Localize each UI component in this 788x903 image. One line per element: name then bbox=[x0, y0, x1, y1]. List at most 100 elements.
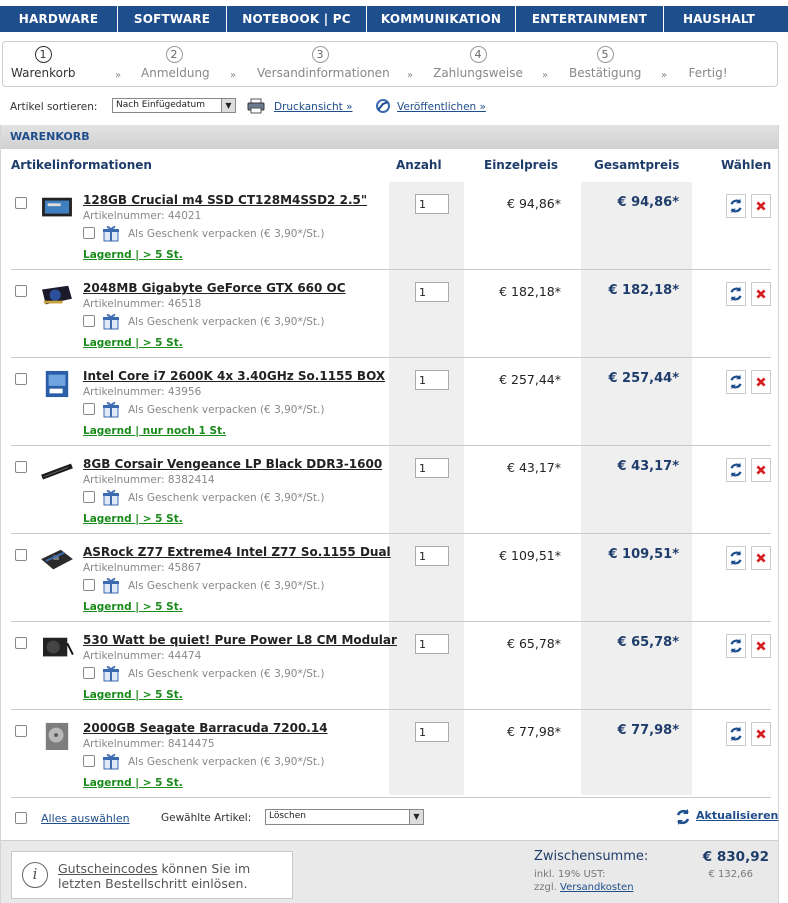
total-price: € 77,98* bbox=[617, 723, 680, 738]
product-name-link[interactable]: ASRock Z77 Extreme4 Intel Z77 So.1155 Du… bbox=[83, 545, 391, 559]
refresh-icon[interactable] bbox=[726, 722, 746, 746]
product-image[interactable] bbox=[39, 546, 75, 574]
step-label: Zahlungsweise bbox=[433, 66, 523, 80]
delete-icon[interactable] bbox=[751, 722, 771, 746]
product-image[interactable] bbox=[39, 370, 75, 398]
product-name-link[interactable]: 8GB Corsair Vengeance LP Black DDR3-1600 bbox=[83, 457, 382, 471]
refresh-icon[interactable] bbox=[726, 546, 746, 570]
product-name-link[interactable]: 2048MB Gigabyte GeForce GTX 660 OC bbox=[83, 281, 346, 295]
refresh-icon[interactable] bbox=[726, 194, 746, 218]
product-image[interactable] bbox=[39, 194, 75, 222]
nav-software[interactable]: SOFTWARE bbox=[118, 6, 227, 32]
refresh-icon[interactable] bbox=[726, 458, 746, 482]
coupon-link[interactable]: Gutscheincodes bbox=[58, 861, 158, 876]
refresh-icon[interactable] bbox=[726, 282, 746, 306]
refresh-icon[interactable] bbox=[726, 634, 746, 658]
col-header-unit-price: Einzelpreis bbox=[484, 158, 558, 172]
step-number: 3 bbox=[311, 46, 329, 63]
gift-wrap-checkbox[interactable] bbox=[83, 403, 95, 415]
item-select-checkbox[interactable] bbox=[15, 285, 27, 297]
product-name-link[interactable]: 2000GB Seagate Barracuda 7200.14 bbox=[83, 721, 328, 735]
quantity-input[interactable]: 1 bbox=[415, 370, 449, 390]
selected-action-value: Löschen bbox=[269, 811, 306, 821]
total-price: € 257,44* bbox=[608, 371, 679, 386]
nav-notebook-pc[interactable]: NOTEBOOK | PC bbox=[227, 6, 367, 32]
article-number: Artikelnummer: 46518 bbox=[83, 298, 202, 310]
article-number: Artikelnummer: 43956 bbox=[83, 386, 202, 398]
gift-icon bbox=[103, 402, 119, 418]
step-warenkorb: 1 Warenkorb bbox=[11, 46, 76, 80]
gift-wrap-label: Als Geschenk verpacken (€ 3,90*/St.) bbox=[128, 668, 325, 680]
delete-icon[interactable] bbox=[751, 282, 771, 306]
gift-wrap-checkbox[interactable] bbox=[83, 491, 95, 503]
quantity-input[interactable]: 1 bbox=[415, 634, 449, 654]
item-select-checkbox[interactable] bbox=[15, 197, 27, 209]
gift-icon bbox=[103, 578, 119, 594]
printer-icon[interactable] bbox=[247, 98, 265, 114]
item-select-checkbox[interactable] bbox=[15, 725, 27, 737]
subtotal-label: Zwischensumme: bbox=[534, 849, 649, 864]
delete-icon[interactable] bbox=[751, 634, 771, 658]
stock-status-link[interactable]: Lagernd | > 5 St. bbox=[83, 513, 183, 525]
quantity-input[interactable]: 1 bbox=[415, 546, 449, 566]
stock-status-link[interactable]: Lagernd | > 5 St. bbox=[83, 249, 183, 261]
shipping-costs-link[interactable]: Versandkosten bbox=[560, 882, 634, 893]
step-number: 5 bbox=[596, 46, 614, 63]
step-label: Anmeldung bbox=[141, 66, 210, 80]
gift-wrap-label: Als Geschenk verpacken (€ 3,90*/St.) bbox=[128, 228, 325, 240]
item-select-checkbox[interactable] bbox=[15, 373, 27, 385]
item-select-checkbox[interactable] bbox=[15, 461, 27, 473]
gift-wrap-label: Als Geschenk verpacken (€ 3,90*/St.) bbox=[128, 492, 325, 504]
sort-select[interactable]: Nach Einfügedatum ▼ bbox=[112, 98, 236, 113]
gift-wrap-checkbox[interactable] bbox=[83, 315, 95, 327]
quantity-input[interactable]: 1 bbox=[415, 458, 449, 478]
gift-wrap-label: Als Geschenk verpacken (€ 3,90*/St.) bbox=[128, 404, 325, 416]
product-image[interactable] bbox=[39, 634, 75, 662]
gift-wrap-checkbox[interactable] bbox=[83, 579, 95, 591]
gift-wrap-checkbox[interactable] bbox=[83, 667, 95, 679]
nav-haushalt[interactable]: HAUSHALT bbox=[664, 6, 774, 32]
nav-kommunikation[interactable]: KOMMUNIKATION bbox=[367, 6, 516, 32]
refresh-icon[interactable] bbox=[675, 808, 691, 826]
stock-status-link[interactable]: Lagernd | > 5 St. bbox=[83, 337, 183, 349]
refresh-icon[interactable] bbox=[726, 370, 746, 394]
update-link[interactable]: Aktualisieren bbox=[696, 809, 778, 822]
publish-icon[interactable] bbox=[375, 98, 391, 114]
product-name-link[interactable]: 128GB Crucial m4 SSD CT128M4SSD2 2.5" bbox=[83, 193, 367, 207]
publish-link[interactable]: Veröffentlichen » bbox=[397, 101, 486, 113]
product-image[interactable] bbox=[39, 722, 75, 750]
total-price: € 94,86* bbox=[617, 195, 680, 210]
unit-price: € 257,44* bbox=[499, 372, 561, 387]
stock-status-link[interactable]: Lagernd | nur noch 1 St. bbox=[83, 425, 226, 437]
quantity-input[interactable]: 1 bbox=[415, 282, 449, 302]
print-view-link[interactable]: Druckansicht » bbox=[274, 101, 353, 113]
item-select-checkbox[interactable] bbox=[15, 549, 27, 561]
stock-status-link[interactable]: Lagernd | > 5 St. bbox=[83, 689, 183, 701]
stock-status-link[interactable]: Lagernd | > 5 St. bbox=[83, 777, 183, 789]
product-image[interactable] bbox=[39, 282, 75, 310]
delete-icon[interactable] bbox=[751, 546, 771, 570]
nav-entertainment[interactable]: ENTERTAINMENT bbox=[516, 6, 664, 32]
delete-icon[interactable] bbox=[751, 370, 771, 394]
select-all-link[interactable]: Alles auswählen bbox=[41, 812, 130, 825]
item-select-checkbox[interactable] bbox=[15, 637, 27, 649]
selected-items-action-select[interactable]: Löschen ▼ bbox=[265, 809, 424, 825]
nav-hardware[interactable]: HARDWARE bbox=[0, 6, 118, 32]
quantity-input[interactable]: 1 bbox=[415, 194, 449, 214]
step-versandinformationen: 3 Versandinformationen bbox=[257, 46, 390, 80]
delete-icon[interactable] bbox=[751, 458, 771, 482]
col-header-select: Wählen bbox=[721, 158, 772, 172]
product-name-link[interactable]: Intel Core i7 2600K 4x 3.40GHz So.1155 B… bbox=[83, 369, 385, 383]
gift-wrap-checkbox[interactable] bbox=[83, 227, 95, 239]
info-icon: i bbox=[22, 862, 48, 888]
summary-area: i Gutscheincodes können Sie im letzten B… bbox=[1, 840, 778, 903]
shipping-note: zzgl. Versandkosten bbox=[534, 882, 634, 893]
product-image[interactable] bbox=[39, 458, 75, 486]
delete-icon[interactable] bbox=[751, 194, 771, 218]
product-name-link[interactable]: 530 Watt be quiet! Pure Power L8 CM Modu… bbox=[83, 633, 397, 647]
select-all-checkbox[interactable] bbox=[15, 812, 27, 824]
step-number: 2 bbox=[165, 46, 183, 63]
quantity-input[interactable]: 1 bbox=[415, 722, 449, 742]
gift-wrap-checkbox[interactable] bbox=[83, 755, 95, 767]
stock-status-link[interactable]: Lagernd | > 5 St. bbox=[83, 601, 183, 613]
